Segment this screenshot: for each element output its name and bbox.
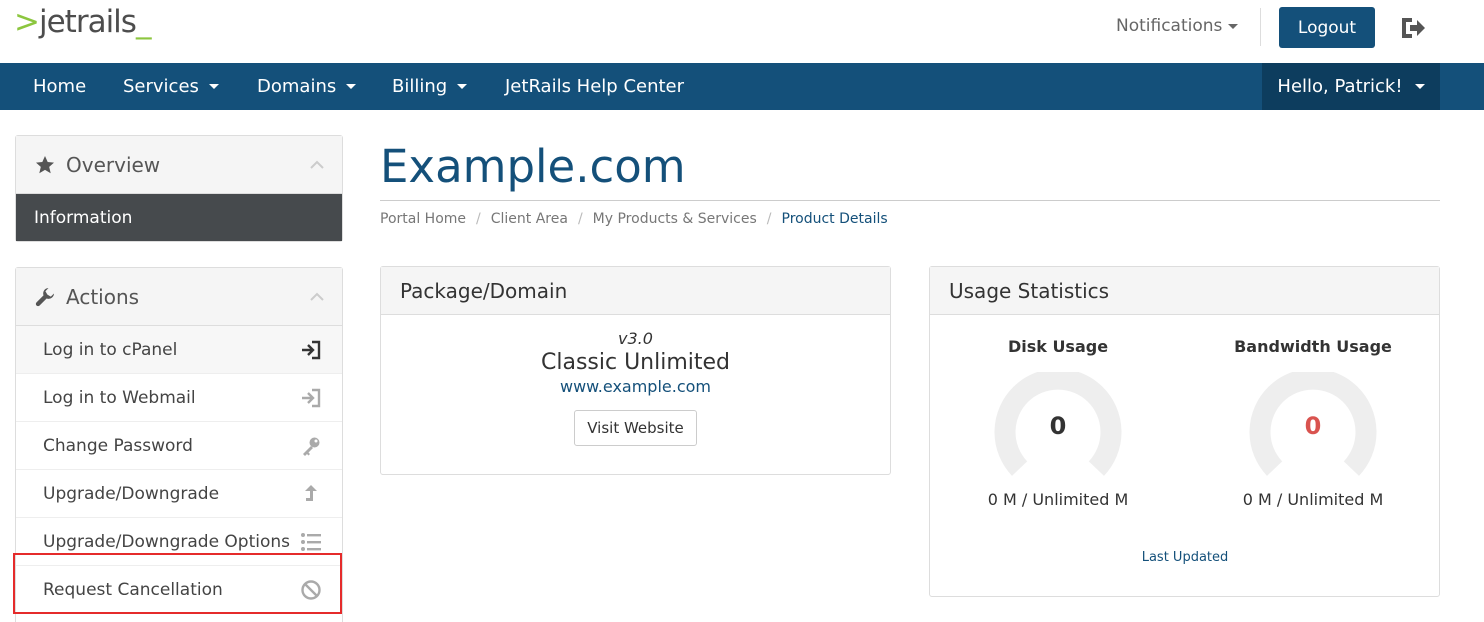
package-name: Classic Unlimited	[540, 350, 731, 375]
main-navbar: Home Services Domains Billing JetRails H…	[0, 63, 1484, 110]
action-label: Upgrade/Downgrade	[43, 483, 220, 504]
breadcrumb: Portal Home / Client Area / My Products …	[380, 211, 888, 227]
bandwidth-usage-value: 0	[1304, 412, 1322, 440]
package-card-header: Package/Domain	[381, 267, 890, 315]
chevron-down-icon	[1414, 84, 1425, 89]
package-version: v3.0	[618, 329, 653, 348]
logout-button[interactable]: Logout	[1279, 7, 1375, 48]
disk-usage-stat: Disk Usage 0 0 M / Unlimited M	[958, 337, 1158, 509]
sign-in-icon	[302, 388, 321, 408]
actions-header[interactable]: Actions	[16, 268, 342, 326]
logo-name: jetrails	[38, 4, 137, 40]
nav-services[interactable]: Services	[123, 63, 219, 110]
user-greeting: Hello, Patrick!	[1277, 76, 1403, 97]
wrench-icon	[35, 287, 54, 306]
package-card: Package/Domain v3.0 Classic Unlimited ww…	[380, 266, 891, 475]
overview-title: Overview	[66, 152, 161, 177]
overview-panel: Overview Information	[15, 135, 343, 242]
disk-usage-value: 0	[1049, 412, 1067, 440]
last-updated-link[interactable]: Last Updated	[930, 550, 1440, 565]
nav-help-center[interactable]: JetRails Help Center	[505, 63, 684, 110]
breadcrumb-separator: /	[577, 211, 583, 227]
package-card-body: v3.0 Classic Unlimited www.example.com V…	[381, 329, 890, 446]
nav-billing-label: Billing	[392, 76, 448, 97]
notifications-dropdown[interactable]: Notifications	[1116, 16, 1239, 36]
breadcrumb-separator: /	[476, 211, 481, 227]
package-domain-link[interactable]: www.example.com	[381, 377, 890, 396]
list-icon	[301, 533, 321, 551]
logo-prefix: >	[14, 4, 40, 40]
chevron-up-icon[interactable]	[310, 290, 324, 304]
bandwidth-usage-gauge: 0	[1213, 360, 1413, 490]
breadcrumb-portal-home[interactable]: Portal Home	[380, 211, 466, 227]
user-menu[interactable]: Hello, Patrick!	[1262, 63, 1440, 110]
action-label: Upgrade/Downgrade Options	[43, 531, 291, 552]
chevron-down-icon	[457, 84, 468, 89]
bandwidth-usage-stat: Bandwidth Usage 0 0 M / Unlimited M	[1213, 337, 1413, 509]
nav-home[interactable]: Home	[33, 63, 86, 110]
nav-services-label: Services	[123, 76, 199, 97]
action-label: Change Password	[43, 435, 193, 456]
action-label: Log in to Webmail	[43, 387, 196, 408]
nav-billing[interactable]: Billing	[392, 63, 468, 110]
nav-home-label: Home	[33, 76, 87, 97]
highlight-box	[13, 553, 342, 614]
action-change-password[interactable]: Change Password	[16, 422, 342, 470]
chevron-down-icon	[1228, 23, 1239, 29]
notifications-label: Notifications	[1116, 16, 1223, 36]
breadcrumb-separator: /	[766, 211, 772, 227]
bandwidth-usage-detail: 0 M / Unlimited M	[1242, 490, 1384, 509]
actions-title: Actions	[66, 284, 140, 309]
level-up-icon	[305, 485, 317, 501]
header-divider	[1260, 8, 1261, 46]
disk-usage-gauge: 0	[958, 360, 1158, 490]
chevron-down-icon	[208, 84, 219, 89]
logo-suffix: _	[135, 4, 151, 40]
nav-domains[interactable]: Domains	[257, 63, 357, 110]
visit-website-button[interactable]: Visit Website	[574, 410, 697, 446]
breadcrumb-product-details: Product Details	[781, 211, 888, 227]
chevron-down-icon	[346, 84, 357, 89]
action-upgrade-downgrade[interactable]: Upgrade/Downgrade	[16, 470, 342, 518]
usage-card: Usage Statistics Disk Usage 0 0 M / Unli…	[929, 266, 1440, 597]
disk-usage-title: Disk Usage	[1007, 337, 1109, 356]
sign-in-icon	[302, 340, 321, 360]
overview-header[interactable]: Overview	[16, 136, 342, 194]
breadcrumb-products-services[interactable]: My Products & Services	[593, 211, 757, 227]
chevron-up-icon[interactable]	[310, 158, 324, 172]
page-title: Example.com	[380, 140, 686, 193]
action-label: Log in to cPanel	[43, 339, 178, 360]
breadcrumb-client-area[interactable]: Client Area	[491, 211, 568, 227]
nav-help-center-label: JetRails Help Center	[505, 76, 685, 97]
action-login-cpanel[interactable]: Log in to cPanel	[16, 326, 342, 374]
bandwidth-usage-title: Bandwidth Usage	[1234, 337, 1392, 356]
sign-out-icon[interactable]	[1399, 15, 1427, 41]
usage-card-header: Usage Statistics	[930, 267, 1439, 315]
star-icon	[36, 155, 54, 173]
action-login-webmail[interactable]: Log in to Webmail	[16, 374, 342, 422]
jetrails-logo[interactable]: >jetrails_	[14, 4, 151, 40]
disk-usage-detail: 0 M / Unlimited M	[987, 490, 1129, 509]
title-divider	[380, 200, 1440, 201]
key-icon	[303, 437, 320, 456]
nav-domains-label: Domains	[257, 76, 337, 97]
sidebar-item-information[interactable]: Information	[16, 194, 342, 241]
